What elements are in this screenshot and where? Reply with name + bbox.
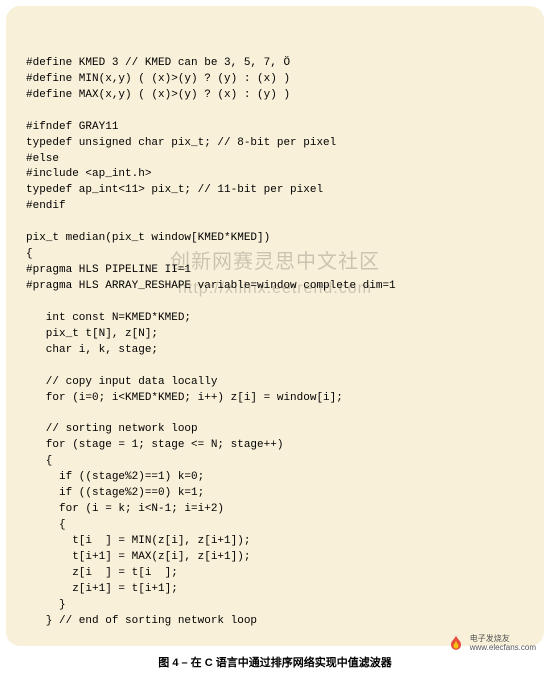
site-logo: 电子发烧友 www.elecfans.com	[446, 634, 536, 654]
code-text: #define KMED 3 // KMED can be 3, 5, 7, Ö…	[26, 56, 524, 646]
logo-text: 电子发烧友 www.elecfans.com	[470, 635, 536, 653]
logo-url: www.elecfans.com	[470, 644, 536, 653]
code-listing: #define KMED 3 // KMED can be 3, 5, 7, Ö…	[6, 6, 544, 646]
flame-icon	[446, 634, 466, 654]
figure-caption: 图 4 – 在 C 语言中通过排序网络实现中值滤波器	[6, 656, 544, 672]
